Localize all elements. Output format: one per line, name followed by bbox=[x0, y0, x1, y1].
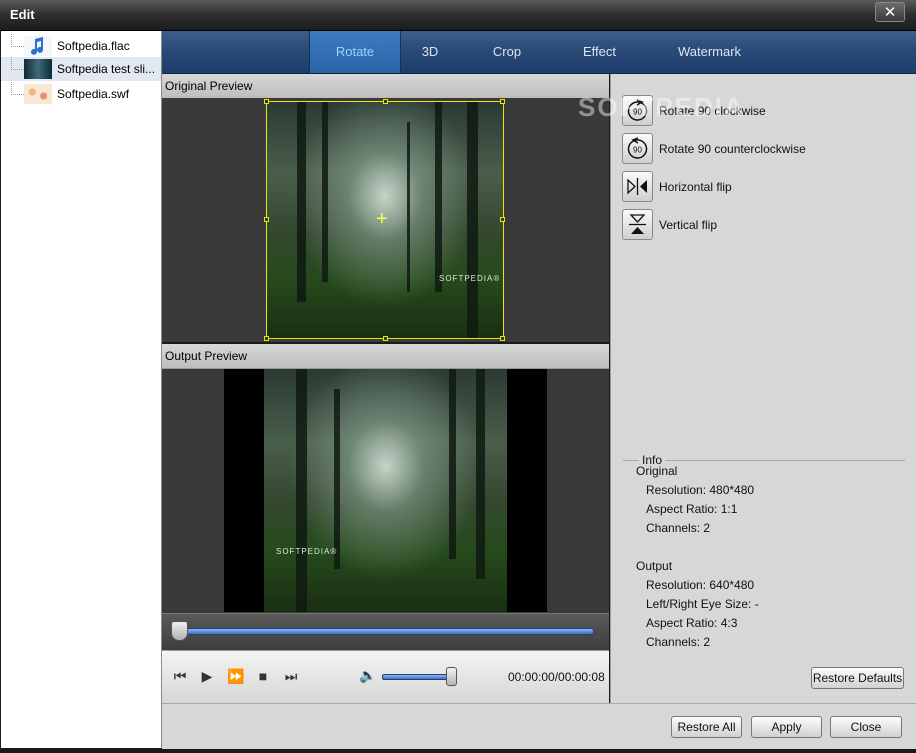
play-icon[interactable]: ▶ bbox=[199, 668, 215, 684]
tab-watermark[interactable]: Watermark bbox=[667, 31, 752, 73]
rotate-ccw-90-icon[interactable]: 90 bbox=[622, 133, 653, 164]
output-preview-header: Output Preview bbox=[162, 344, 609, 369]
seek-bar[interactable] bbox=[162, 613, 609, 650]
fast-forward-icon[interactable]: ⏩ bbox=[227, 668, 244, 684]
horizontal-flip-label: Horizontal flip bbox=[659, 180, 732, 194]
forest-image: SOFTPEDIA® bbox=[264, 369, 507, 612]
horizontal-flip-icon[interactable] bbox=[622, 171, 653, 202]
vertical-flip-icon[interactable] bbox=[622, 209, 653, 240]
rotate-ccw-glyph: 90 bbox=[633, 146, 642, 155]
seek-knob[interactable] bbox=[171, 621, 188, 641]
output-preview-label: Output Preview bbox=[165, 349, 248, 363]
crop-handle[interactable] bbox=[500, 336, 505, 341]
image-brand-text: SOFTPEDIA® bbox=[276, 547, 338, 556]
file-item-swf[interactable]: Softpedia.swf bbox=[1, 82, 161, 106]
crop-handle[interactable] bbox=[264, 336, 269, 341]
title-bar: Edit ✕ bbox=[0, 0, 916, 31]
close-icon[interactable]: ✕ bbox=[875, 2, 905, 22]
apply-button[interactable]: Apply bbox=[751, 716, 822, 738]
file-name: Softpedia test sli... bbox=[57, 62, 156, 76]
original-preview-label: Original Preview bbox=[165, 79, 253, 93]
original-preview-image[interactable]: SOFTPEDIA® + bbox=[266, 101, 504, 339]
output-heading: Output bbox=[636, 559, 673, 573]
original-preview-header: Original Preview bbox=[162, 74, 609, 99]
time-readout: 00:00:00/00:00:08 bbox=[508, 670, 605, 684]
tab-3d[interactable]: 3D bbox=[400, 31, 460, 73]
file-item-video[interactable]: Softpedia test sli... bbox=[1, 57, 161, 81]
tree-connector bbox=[11, 82, 24, 95]
seek-track[interactable] bbox=[174, 628, 594, 635]
output-channels: Channels: 2 bbox=[646, 635, 711, 649]
crosshair-icon: + bbox=[376, 208, 388, 230]
vertical-flip-label: Vertical flip bbox=[659, 218, 718, 232]
original-aspect: Aspect Ratio: 1:1 bbox=[646, 502, 738, 516]
restore-all-button[interactable]: Restore All bbox=[671, 716, 742, 738]
original-resolution: Resolution: 480*480 bbox=[646, 483, 755, 497]
volume-knob[interactable] bbox=[446, 667, 457, 686]
tree-connector bbox=[11, 57, 24, 70]
tab-rotate[interactable]: Rotate bbox=[309, 31, 401, 73]
video-thumbnail bbox=[24, 59, 52, 79]
crop-handle[interactable] bbox=[264, 217, 269, 222]
music-note-icon bbox=[24, 36, 52, 56]
crop-handle[interactable] bbox=[264, 99, 269, 104]
tab-crop[interactable]: Crop bbox=[477, 31, 537, 73]
skip-forward-icon[interactable]: ⏭ bbox=[283, 668, 299, 684]
original-preview: SOFTPEDIA® + bbox=[162, 98, 609, 342]
tab-effect[interactable]: Effect bbox=[567, 31, 632, 73]
output-preview: SOFTPEDIA® bbox=[162, 369, 609, 613]
crop-handle[interactable] bbox=[383, 99, 388, 104]
skip-back-icon[interactable]: ⏮ bbox=[172, 668, 188, 684]
volume-icon[interactable]: 🔈 bbox=[359, 667, 376, 684]
flash-thumbnail bbox=[24, 84, 52, 104]
bottom-bar: Restore All Apply Close bbox=[162, 703, 916, 749]
close-button[interactable]: Close bbox=[830, 716, 902, 738]
crop-handle[interactable] bbox=[383, 336, 388, 341]
original-channels: Channels: 2 bbox=[646, 521, 711, 535]
rotate-ccw-label: Rotate 90 counterclockwise bbox=[659, 142, 806, 156]
tree-connector bbox=[11, 34, 24, 47]
crop-handle[interactable] bbox=[500, 99, 505, 104]
crop-handle[interactable] bbox=[500, 217, 505, 222]
stop-icon[interactable]: ■ bbox=[255, 668, 271, 684]
window-title: Edit bbox=[10, 7, 35, 22]
rotate-panel: 90 Rotate 90 clockwise 90 Rotate 90 coun… bbox=[610, 74, 916, 703]
output-eye-size: Left/Right Eye Size: - bbox=[646, 597, 759, 611]
softpedia-watermark: SOFTPEDIA bbox=[578, 92, 745, 122]
image-brand-text: SOFTPEDIA® bbox=[439, 274, 501, 283]
output-aspect: Aspect Ratio: 4:3 bbox=[646, 616, 738, 630]
file-list: Softpedia.flac Softpedia test sli... Sof… bbox=[1, 31, 162, 748]
file-name: Softpedia.flac bbox=[57, 39, 130, 53]
tab-bar: Rotate 3D Crop Effect Watermark bbox=[162, 31, 916, 74]
player-controls: ⏮ ▶ ⏩ ■ ⏭ 🔈 00:00:00/00:00:08 bbox=[162, 650, 609, 703]
original-heading: Original bbox=[636, 464, 678, 478]
output-preview-image: SOFTPEDIA® bbox=[224, 369, 547, 612]
info-divider bbox=[623, 460, 905, 461]
output-resolution: Resolution: 640*480 bbox=[646, 578, 755, 592]
volume-track[interactable] bbox=[382, 674, 454, 680]
restore-defaults-button[interactable]: Restore Defaults bbox=[811, 667, 904, 689]
file-item-flac[interactable]: Softpedia.flac bbox=[1, 34, 161, 58]
file-name: Softpedia.swf bbox=[57, 87, 130, 101]
